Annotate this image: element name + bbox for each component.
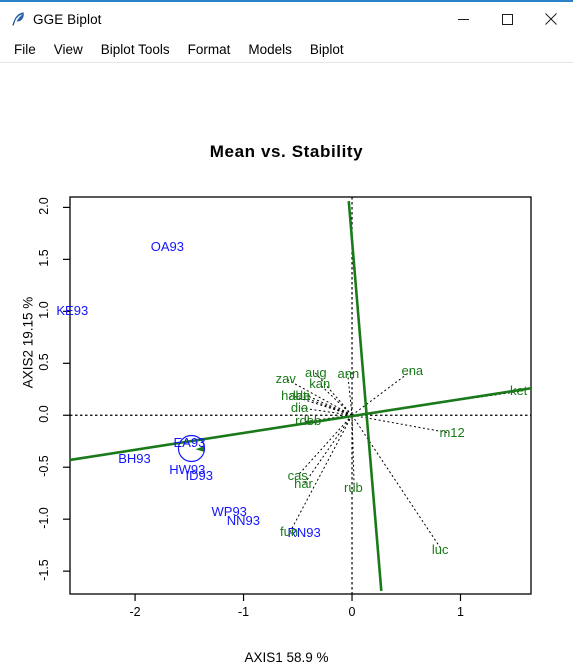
genotype-label[interactable]: ID93 (185, 469, 212, 482)
feather-quill-icon (7, 8, 29, 30)
genotype-label[interactable]: EA93 (174, 436, 206, 449)
biplot-canvas[interactable]: Mean vs. Stability AXIS1 58.9 % AXIS2 19… (0, 63, 573, 665)
y-tick-label: 0.0 (37, 405, 51, 423)
y-tick-label: 1.5 (37, 249, 51, 268)
maximize-icon (501, 13, 513, 25)
environment-label[interactable]: ket (510, 384, 527, 397)
aea-perpendicular-line (347, 201, 383, 591)
maximize-button[interactable] (485, 2, 529, 36)
minimize-icon (457, 18, 469, 20)
window-controls (441, 2, 573, 36)
y-tick-label: 1.0 (37, 301, 51, 320)
menu-item-view[interactable]: View (45, 40, 92, 59)
x-tick-label: 1 (457, 605, 464, 619)
y-tick-label: -0.5 (37, 455, 51, 477)
y-tick-label: -1.5 (37, 559, 51, 581)
x-axis-label: AXIS1 58.9 % (244, 650, 329, 665)
close-icon (545, 13, 557, 25)
gge-biplot-window: GGE Biplot File View Biplot Tools Format… (0, 0, 573, 665)
genotype-label[interactable]: BH93 (118, 452, 151, 465)
menu-item-biplot[interactable]: Biplot (301, 40, 353, 59)
y-tick-label: 2.0 (37, 197, 51, 216)
environment-label[interactable]: kan (309, 377, 330, 390)
y-tick-label: -1.0 (37, 507, 51, 529)
window-title: GGE Biplot (33, 11, 102, 27)
minimize-button[interactable] (441, 2, 485, 36)
environment-label[interactable]: har (294, 477, 313, 490)
menu-item-biplot-tools[interactable]: Biplot Tools (92, 40, 179, 59)
menu-item-models[interactable]: Models (239, 40, 301, 59)
x-tick-label: 0 (348, 605, 356, 619)
environment-vector (351, 414, 443, 551)
menu-item-file[interactable]: File (5, 40, 45, 59)
environment-label[interactable]: fun (280, 525, 298, 538)
environment-label[interactable]: m12 (439, 426, 464, 439)
genotype-label[interactable]: KE93 (56, 304, 88, 317)
plot-graphics (63, 196, 532, 601)
environment-label[interactable]: leb (304, 414, 321, 427)
genotype-label[interactable]: OA93 (151, 240, 184, 253)
x-tick-label: -2 (129, 605, 141, 619)
menu-bar: File View Biplot Tools Format Models Bip… (0, 36, 573, 63)
environment-label[interactable]: rub (344, 481, 363, 494)
environment-label[interactable]: dia (291, 401, 308, 414)
genotype-label[interactable]: NN93 (227, 514, 260, 527)
environment-label[interactable]: zav (276, 372, 296, 385)
environment-label[interactable]: luc (432, 543, 449, 556)
title-bar: GGE Biplot (0, 2, 573, 36)
x-tick-label: -1 (237, 605, 250, 619)
environment-label[interactable]: ena (401, 364, 423, 377)
environment-label[interactable]: ann (337, 367, 359, 380)
menu-item-format[interactable]: Format (179, 40, 240, 59)
y-tick-label: 0.5 (37, 353, 51, 371)
close-button[interactable] (529, 2, 573, 36)
